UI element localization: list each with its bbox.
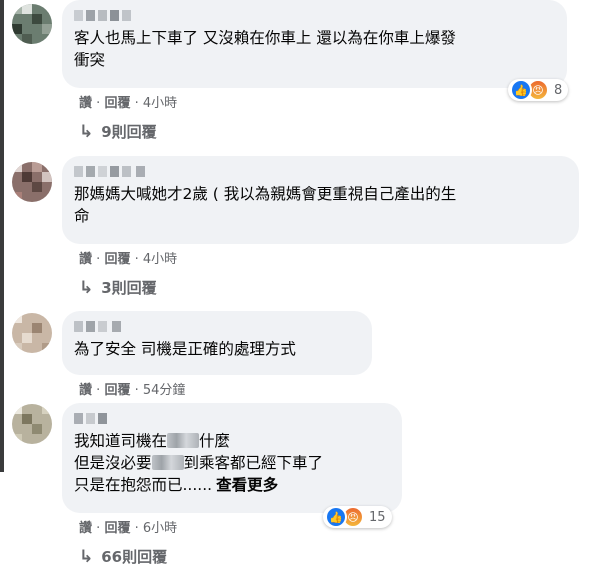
- reply-link[interactable]: 回覆: [104, 96, 130, 111]
- redacted-text: [167, 433, 200, 448]
- comment-bubble: 那媽媽大喊她才2歲 ( 我以為親媽會更重視自己產出的生 命: [62, 156, 579, 244]
- avatar[interactable]: [12, 404, 52, 444]
- comment-actions: 讚 · 回覆 · 4小時: [79, 252, 178, 267]
- reactions-summary[interactable]: 👍 😠 8: [508, 79, 569, 101]
- like-link[interactable]: 讚: [79, 96, 92, 111]
- like-icon: 👍: [510, 79, 532, 101]
- avatar[interactable]: [12, 4, 52, 44]
- comment-timestamp[interactable]: 4小時: [143, 252, 177, 267]
- reply-link[interactable]: 回覆: [104, 252, 130, 267]
- avatar[interactable]: [12, 162, 52, 202]
- reply-arrow-icon: ↳: [79, 122, 94, 142]
- view-replies-link[interactable]: ↳ 9則回覆: [79, 121, 157, 142]
- comment-text: 我知道司機在 什麼 但是沒必要 到乘客都已經下車了 只是在抱怨而已...... 查看更…: [74, 432, 324, 494]
- left-thread-line: [0, 0, 4, 472]
- comment-actions: 讚 · 回覆 · 6小時: [79, 521, 178, 536]
- reply-link[interactable]: 回覆: [104, 383, 130, 398]
- comment-text: 為了安全 司機是正確的處理方式: [74, 340, 296, 358]
- comment-actions: 讚 · 回覆 · 4小時: [79, 96, 178, 111]
- comment-text: 客人也馬上下車了 又沒賴在你車上 還以為在你車上爆發 衝突: [74, 29, 456, 69]
- author-name-blurred[interactable]: [74, 8, 134, 23]
- view-replies-link[interactable]: ↳ 66則回覆: [79, 546, 167, 567]
- reply-arrow-icon: ↳: [79, 547, 94, 567]
- see-more-link[interactable]: 查看更多: [216, 476, 278, 494]
- author-name-blurred[interactable]: [74, 164, 152, 179]
- reply-arrow-icon: ↳: [79, 278, 94, 298]
- comment-bubble: 為了安全 司機是正確的處理方式: [62, 311, 372, 375]
- like-icon: 👍: [325, 506, 347, 528]
- reaction-count: 15: [369, 509, 386, 525]
- like-link[interactable]: 讚: [79, 521, 92, 536]
- comment-bubble: 我知道司機在 什麼 但是沒必要 到乘客都已經下車了 只是在抱怨而已...... 查看更…: [62, 403, 402, 513]
- comment-timestamp[interactable]: 6小時: [143, 521, 177, 536]
- comment-timestamp[interactable]: 54分鐘: [143, 383, 186, 398]
- comment-text: 那媽媽大喊她才2歲 ( 我以為親媽會更重視自己產出的生 命: [74, 185, 457, 225]
- author-name-blurred[interactable]: [74, 319, 126, 334]
- view-replies-link[interactable]: ↳ 3則回覆: [79, 277, 157, 298]
- reactions-summary[interactable]: 👍 😠 15: [323, 506, 392, 528]
- like-link[interactable]: 讚: [79, 252, 92, 267]
- comment-actions: 讚 · 回覆 · 54分鐘: [79, 383, 186, 398]
- comment-timestamp[interactable]: 4小時: [143, 96, 177, 111]
- redacted-text: [151, 455, 184, 470]
- comment-bubble: 客人也馬上下車了 又沒賴在你車上 還以為在你車上爆發 衝突: [62, 0, 567, 88]
- author-name-blurred[interactable]: [74, 411, 118, 426]
- avatar[interactable]: [12, 313, 52, 353]
- reaction-count: 8: [554, 82, 563, 98]
- like-link[interactable]: 讚: [79, 383, 92, 398]
- reply-link[interactable]: 回覆: [104, 521, 130, 536]
